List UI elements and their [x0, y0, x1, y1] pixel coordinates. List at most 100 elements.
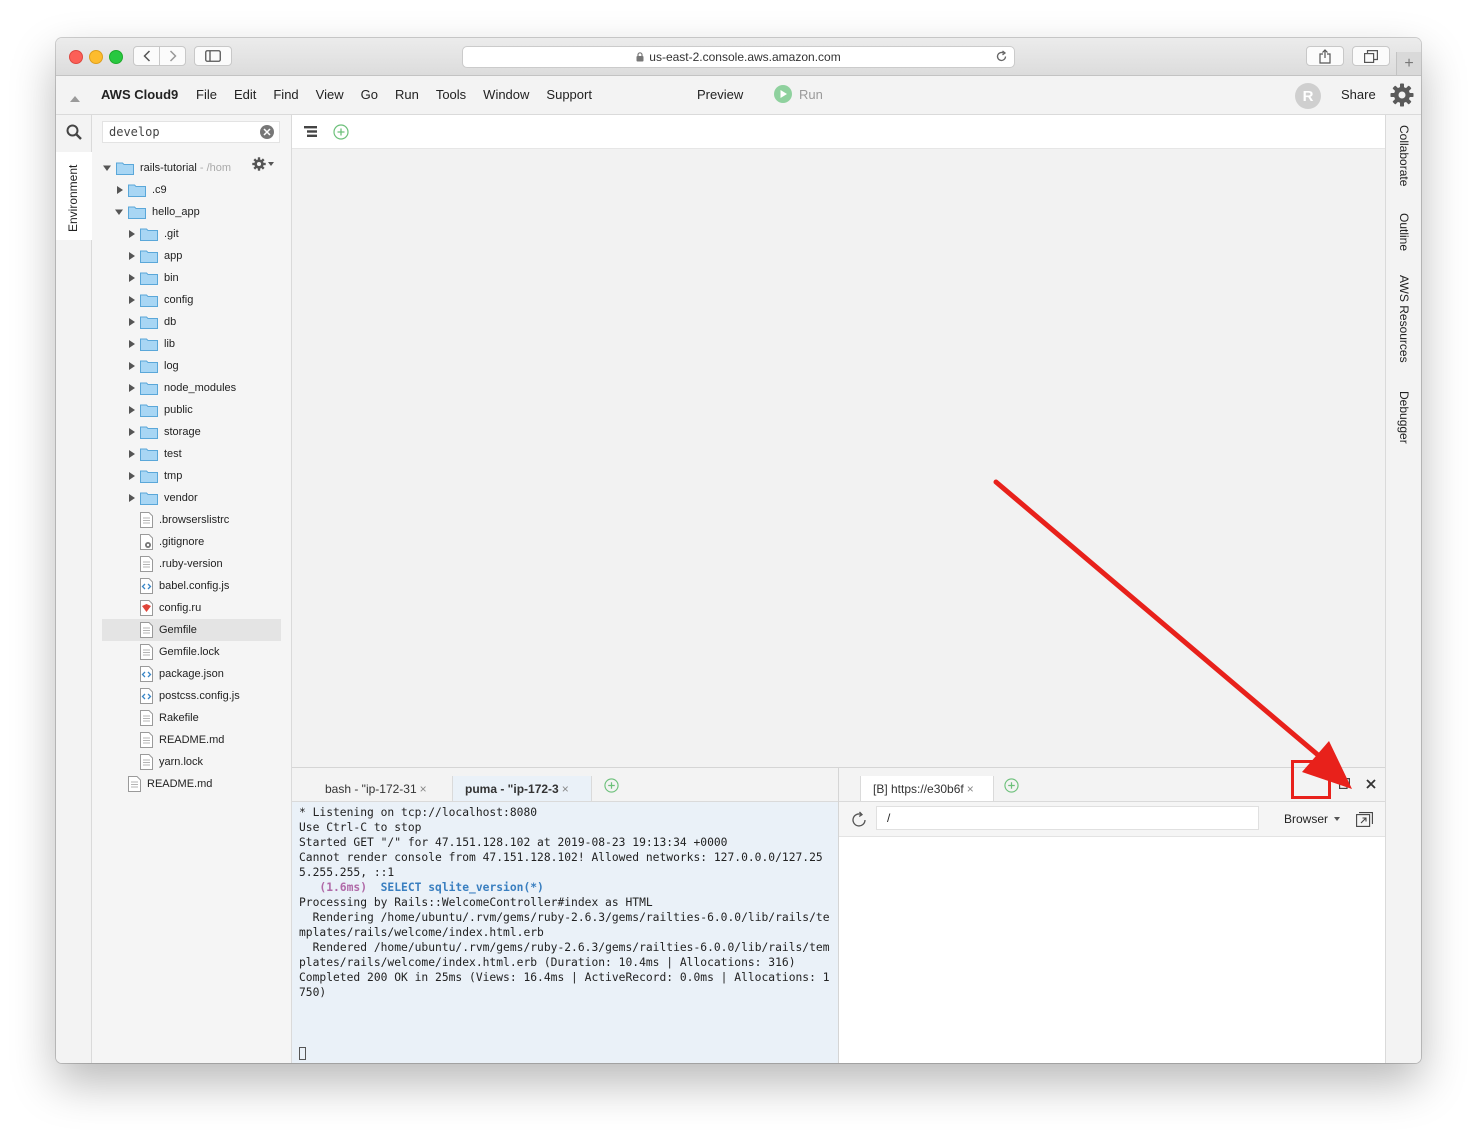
menu-file[interactable]: File — [196, 87, 217, 102]
environment-tab[interactable]: Environment — [56, 152, 92, 240]
maximize-pane-icon[interactable] — [1339, 778, 1350, 792]
tree-folder[interactable]: storage — [102, 421, 281, 443]
terminal-output[interactable]: * Listening on tcp://localhost:8080 Use C… — [299, 805, 831, 1000]
tree-item-name: Gemfile — [159, 624, 197, 636]
tab-list-icon[interactable] — [304, 126, 317, 140]
close-tab-icon[interactable]: × — [562, 782, 569, 796]
menu-find[interactable]: Find — [273, 87, 298, 102]
collaborate-tab[interactable]: Collaborate — [1397, 125, 1411, 186]
preview-button[interactable]: Preview — [697, 87, 743, 102]
tree-file[interactable]: postcss.config.js — [102, 685, 281, 707]
tree-item-name: .git — [164, 228, 179, 240]
close-window-button[interactable] — [69, 50, 83, 64]
menu-window[interactable]: Window — [483, 87, 529, 102]
tab-preview-browser[interactable]: [B] https://e30b6f × — [860, 776, 994, 801]
tree-folder[interactable]: db — [102, 311, 281, 333]
tree-file[interactable]: .browserslistrc — [102, 509, 281, 531]
tree-file[interactable]: .ruby-version — [102, 553, 281, 575]
tree-folder[interactable]: .git — [102, 223, 281, 245]
collapsed-arrow-icon[interactable] — [126, 384, 136, 392]
tree-file[interactable]: yarn.lock — [102, 751, 281, 773]
collapsed-arrow-icon[interactable] — [126, 318, 136, 326]
tree-folder[interactable]: config — [102, 289, 281, 311]
tree-file[interactable]: config.ru — [102, 597, 281, 619]
add-terminal-tab-plus-icon[interactable] — [604, 778, 619, 796]
collapsed-arrow-icon[interactable] — [126, 450, 136, 458]
collapsed-arrow-icon[interactable] — [126, 274, 136, 282]
zoom-window-button[interactable] — [109, 50, 123, 64]
tree-file[interactable]: Gemfile — [102, 619, 281, 641]
tree-file[interactable]: Rakefile — [102, 707, 281, 729]
new-tab-button[interactable]: + — [1396, 52, 1421, 75]
collapsed-arrow-icon[interactable] — [126, 406, 136, 414]
outline-tab[interactable]: Outline — [1397, 213, 1411, 251]
tree-folder[interactable]: hello_app — [102, 201, 281, 223]
menu-run[interactable]: Run — [395, 87, 419, 102]
add-tab-plus-icon[interactable] — [333, 124, 349, 143]
tree-file[interactable]: package.json — [102, 663, 281, 685]
tree-settings-button[interactable] — [252, 157, 274, 171]
collapsed-arrow-icon[interactable] — [126, 296, 136, 304]
avatar[interactable]: R — [1295, 83, 1321, 109]
preview-reload-icon[interactable] — [850, 811, 868, 832]
tree-folder[interactable]: log — [102, 355, 281, 377]
tree-file[interactable]: README.md — [102, 773, 281, 795]
collapsed-arrow-icon[interactable] — [126, 230, 136, 238]
collapsed-arrow-icon[interactable] — [114, 186, 124, 194]
aws-resources-tab[interactable]: AWS Resources — [1397, 275, 1411, 363]
debugger-tab[interactable]: Debugger — [1397, 391, 1411, 444]
tree-file[interactable]: Gemfile.lock — [102, 641, 281, 663]
tree-file[interactable]: .gitignore — [102, 531, 281, 553]
tab-bash-terminal[interactable]: bash - "ip-172-31 × — [313, 776, 451, 801]
expand-arrow-icon[interactable] — [114, 208, 124, 216]
tree-folder[interactable]: node_modules — [102, 377, 281, 399]
add-preview-tab-plus-icon[interactable] — [1004, 778, 1019, 796]
close-tab-icon[interactable]: × — [967, 782, 974, 796]
caret-down-icon — [1334, 817, 1341, 821]
expand-arrow-icon[interactable] — [102, 164, 112, 172]
show-tabs-button[interactable] — [1352, 46, 1390, 66]
menu-support[interactable]: Support — [546, 87, 592, 102]
tree-file[interactable]: babel.config.js — [102, 575, 281, 597]
collapsed-arrow-icon[interactable] — [126, 494, 136, 502]
preview-mode-dropdown[interactable]: Browser — [1284, 812, 1341, 826]
tree-folder[interactable]: bin — [102, 267, 281, 289]
menu-tools[interactable]: Tools — [436, 87, 466, 102]
clear-search-icon[interactable] — [260, 125, 274, 139]
tab-puma-terminal[interactable]: puma - "ip-172-3 × — [452, 776, 592, 801]
share-button[interactable]: Share — [1341, 87, 1376, 102]
menu-edit[interactable]: Edit — [234, 87, 256, 102]
reload-icon[interactable] — [995, 50, 1008, 66]
run-button[interactable]: Run — [774, 85, 823, 103]
menu-view[interactable]: View — [316, 87, 344, 102]
tree-folder[interactable]: test — [102, 443, 281, 465]
tree-folder[interactable]: app — [102, 245, 281, 267]
preferences-gear-icon[interactable] — [1390, 83, 1414, 110]
collapsed-arrow-icon[interactable] — [126, 472, 136, 480]
tree-file[interactable]: README.md — [102, 729, 281, 751]
collapsed-arrow-icon[interactable] — [126, 428, 136, 436]
menu-go[interactable]: Go — [361, 87, 378, 102]
minimize-window-button[interactable] — [89, 50, 103, 64]
pop-out-new-window-button[interactable] — [1354, 810, 1374, 828]
address-url: us-east-2.console.aws.amazon.com — [649, 50, 841, 64]
tree-folder[interactable]: .c9 — [102, 179, 281, 201]
preview-url-input[interactable]: / — [876, 806, 1259, 830]
collapsed-arrow-icon[interactable] — [126, 252, 136, 260]
tree-folder[interactable]: lib — [102, 333, 281, 355]
close-tab-icon[interactable]: × — [420, 782, 427, 796]
share-sheet-button[interactable] — [1306, 46, 1344, 66]
tree-folder[interactable]: vendor — [102, 487, 281, 509]
close-pane-icon[interactable] — [1366, 778, 1376, 792]
tree-folder[interactable]: public — [102, 399, 281, 421]
back-button[interactable] — [133, 46, 160, 66]
collapsed-arrow-icon[interactable] — [126, 340, 136, 348]
collapsed-arrow-icon[interactable] — [126, 362, 136, 370]
forward-button[interactable] — [159, 46, 186, 66]
sidebar-toggle-button[interactable] — [194, 46, 232, 66]
file-search-input[interactable] — [103, 122, 259, 142]
collapse-menu-icon[interactable] — [70, 91, 80, 105]
address-bar[interactable]: us-east-2.console.aws.amazon.com — [462, 46, 1015, 68]
search-icon[interactable] — [66, 124, 82, 143]
tree-folder[interactable]: tmp — [102, 465, 281, 487]
